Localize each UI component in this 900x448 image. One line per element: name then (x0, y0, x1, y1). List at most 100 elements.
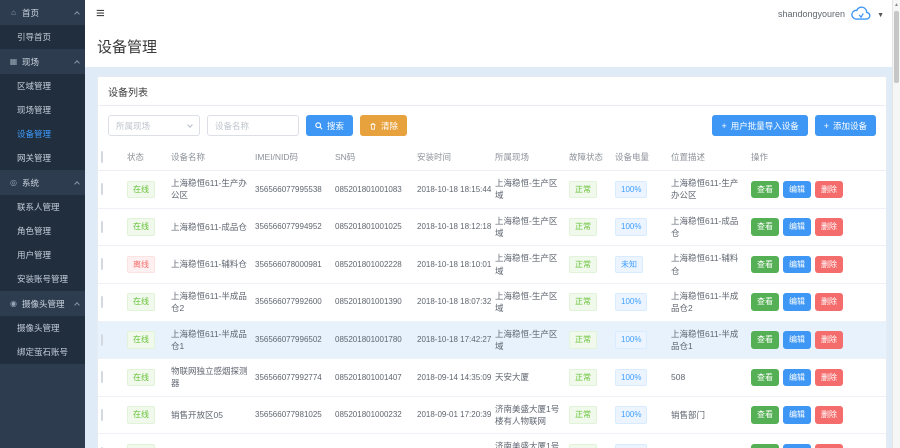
sidebar-group-camera[interactable]: ◉摄像头管理 (0, 291, 85, 316)
batch-import-button[interactable]: + 用户批量导入设备 (712, 115, 807, 136)
delete-button[interactable]: 删除 (815, 218, 843, 236)
imei-cell: 356566077981025 (252, 396, 332, 434)
col-site: 所属现场 (492, 144, 566, 171)
main-content: 设备管理 设备列表 所属现场 搜索 清除 (85, 27, 900, 448)
delete-button[interactable]: 删除 (815, 444, 843, 448)
site-icon: ▦ (9, 57, 18, 66)
edit-button[interactable]: 编辑 (783, 293, 811, 311)
chevron-up-icon (74, 302, 80, 308)
delete-button[interactable]: 删除 (815, 406, 843, 424)
sidebar-item-camera-mgmt[interactable]: 摄像头管理 (0, 316, 85, 340)
site-cell: 上海稳恒-生产区域 (492, 283, 566, 321)
sidebar-item-region-mgmt[interactable]: 区域管理 (0, 74, 85, 98)
table-row: 在线上海稳恒611-成品仓356566077994952085201801001… (98, 208, 886, 246)
topbar: ≡ shandongyouren ▼ (85, 0, 900, 27)
sidebar-item-install-account-mgmt[interactable]: 安装账号管理 (0, 267, 85, 291)
plus-icon: + (824, 121, 829, 131)
sidebar-item-contact-mgmt[interactable]: 联系人管理 (0, 195, 85, 219)
edit-button[interactable]: 编辑 (783, 444, 811, 448)
battery-badge: 100% (615, 369, 647, 387)
sidebar-group-items-camera: 摄像头管理绑定萤石账号 (0, 316, 85, 364)
install-time-cell: 2018-10-18 17:42:27 (414, 321, 492, 359)
sidebar-item-site-mgmt[interactable]: 现场管理 (0, 98, 85, 122)
table-row: 在线上海稳恒611-半成品仓23565660779926000852018010… (98, 283, 886, 321)
row-checkbox[interactable] (101, 334, 103, 346)
edit-button[interactable]: 编辑 (783, 181, 811, 199)
fault-status-badge: 正常 (569, 444, 597, 448)
sidebar-item-role-mgmt[interactable]: 角色管理 (0, 219, 85, 243)
clear-button[interactable]: 清除 (360, 115, 407, 136)
sidebar-group-system[interactable]: ◎系统 (0, 170, 85, 195)
page-title: 设备管理 (97, 36, 888, 57)
camera-icon: ◉ (9, 299, 18, 308)
search-button[interactable]: 搜索 (306, 115, 353, 136)
row-checkbox[interactable] (101, 409, 103, 421)
fault-status-badge: 正常 (569, 218, 597, 236)
view-button[interactable]: 查看 (751, 293, 779, 311)
row-checkbox[interactable] (101, 371, 103, 383)
sidebar-group-items-home: 引导首页 (0, 25, 85, 49)
status-badge: 在线 (127, 369, 155, 387)
view-button[interactable]: 查看 (751, 331, 779, 349)
edit-button[interactable]: 编辑 (783, 406, 811, 424)
sn-cell: 085201801002228 (332, 246, 414, 284)
status-badge: 在线 (127, 293, 155, 311)
delete-button[interactable]: 删除 (815, 331, 843, 349)
username: shandongyouren (778, 9, 845, 19)
row-checkbox[interactable] (101, 296, 103, 308)
device-name-input[interactable] (207, 115, 299, 136)
gear-icon: ◎ (9, 178, 18, 187)
site-cell: 济南美盛大厦1号楼有人物联网 (492, 396, 566, 434)
scroll-up-arrow-icon[interactable]: ▲ (894, 2, 899, 8)
view-button[interactable]: 查看 (751, 369, 779, 387)
sidebar-item-user-mgmt[interactable]: 用户管理 (0, 243, 85, 267)
sn-cell: 085201801001029 (332, 434, 414, 448)
sidebar-menu: ⌂首页引导首页▦现场区域管理现场管理设备管理网关管理◎系统联系人管理角色管理用户… (0, 0, 85, 364)
view-button[interactable]: 查看 (751, 218, 779, 236)
row-checkbox[interactable] (101, 221, 103, 233)
scrollbar-thumb[interactable] (894, 11, 899, 83)
sidebar-item-device-mgmt[interactable]: 设备管理 (0, 122, 85, 146)
status-badge: 在线 (127, 444, 155, 448)
edit-button[interactable]: 编辑 (783, 369, 811, 387)
delete-button[interactable]: 删除 (815, 293, 843, 311)
fault-status-badge: 正常 (569, 293, 597, 311)
imei-cell: 356566078000981 (252, 246, 332, 284)
delete-button[interactable]: 删除 (815, 369, 843, 387)
user-menu[interactable]: shandongyouren ▼ (778, 6, 884, 21)
sidebar-group-home[interactable]: ⌂首页 (0, 0, 85, 25)
sidebar-item-bind-ys-account[interactable]: 绑定萤石账号 (0, 340, 85, 364)
row-checkbox[interactable] (101, 183, 103, 195)
view-button[interactable]: 查看 (751, 406, 779, 424)
search-icon (315, 122, 323, 130)
sidebar-item-gateway-mgmt[interactable]: 网关管理 (0, 146, 85, 170)
device-list-panel: 设备列表 所属现场 搜索 清除 + (97, 76, 887, 448)
sidebar-item-guide-home[interactable]: 引导首页 (0, 25, 85, 49)
edit-button[interactable]: 编辑 (783, 218, 811, 236)
sidebar-group-site[interactable]: ▦现场 (0, 49, 85, 74)
row-checkbox[interactable] (101, 258, 103, 270)
table-row: 离线上海稳恒611-辅料仓356566078000981085201801002… (98, 246, 886, 284)
filter-toolbar: 所属现场 搜索 清除 + 用户批量导入设备 (98, 106, 886, 144)
view-button[interactable]: 查看 (751, 444, 779, 448)
fault-status-badge: 正常 (569, 331, 597, 349)
fault-status-badge: 正常 (569, 406, 597, 424)
edit-button[interactable]: 编辑 (783, 256, 811, 274)
view-button[interactable]: 查看 (751, 256, 779, 274)
select-all-checkbox[interactable] (101, 151, 103, 163)
battery-badge: 未知 (615, 256, 643, 274)
site-cell: 上海稳恒-生产区域 (492, 246, 566, 284)
sn-cell: 085201801001083 (332, 171, 414, 209)
sn-cell: 085201801001390 (332, 283, 414, 321)
panel-title: 设备列表 (98, 77, 886, 106)
hamburger-menu-icon[interactable]: ≡ (96, 6, 105, 21)
add-device-button[interactable]: + 添加设备 (815, 115, 876, 136)
status-badge: 在线 (127, 181, 155, 199)
view-button[interactable]: 查看 (751, 181, 779, 199)
site-select[interactable]: 所属现场 (108, 115, 200, 136)
scrollbar[interactable]: ▲ (892, 0, 900, 448)
delete-button[interactable]: 删除 (815, 181, 843, 199)
delete-button[interactable]: 删除 (815, 256, 843, 274)
fault-status-badge: 正常 (569, 369, 597, 387)
edit-button[interactable]: 编辑 (783, 331, 811, 349)
